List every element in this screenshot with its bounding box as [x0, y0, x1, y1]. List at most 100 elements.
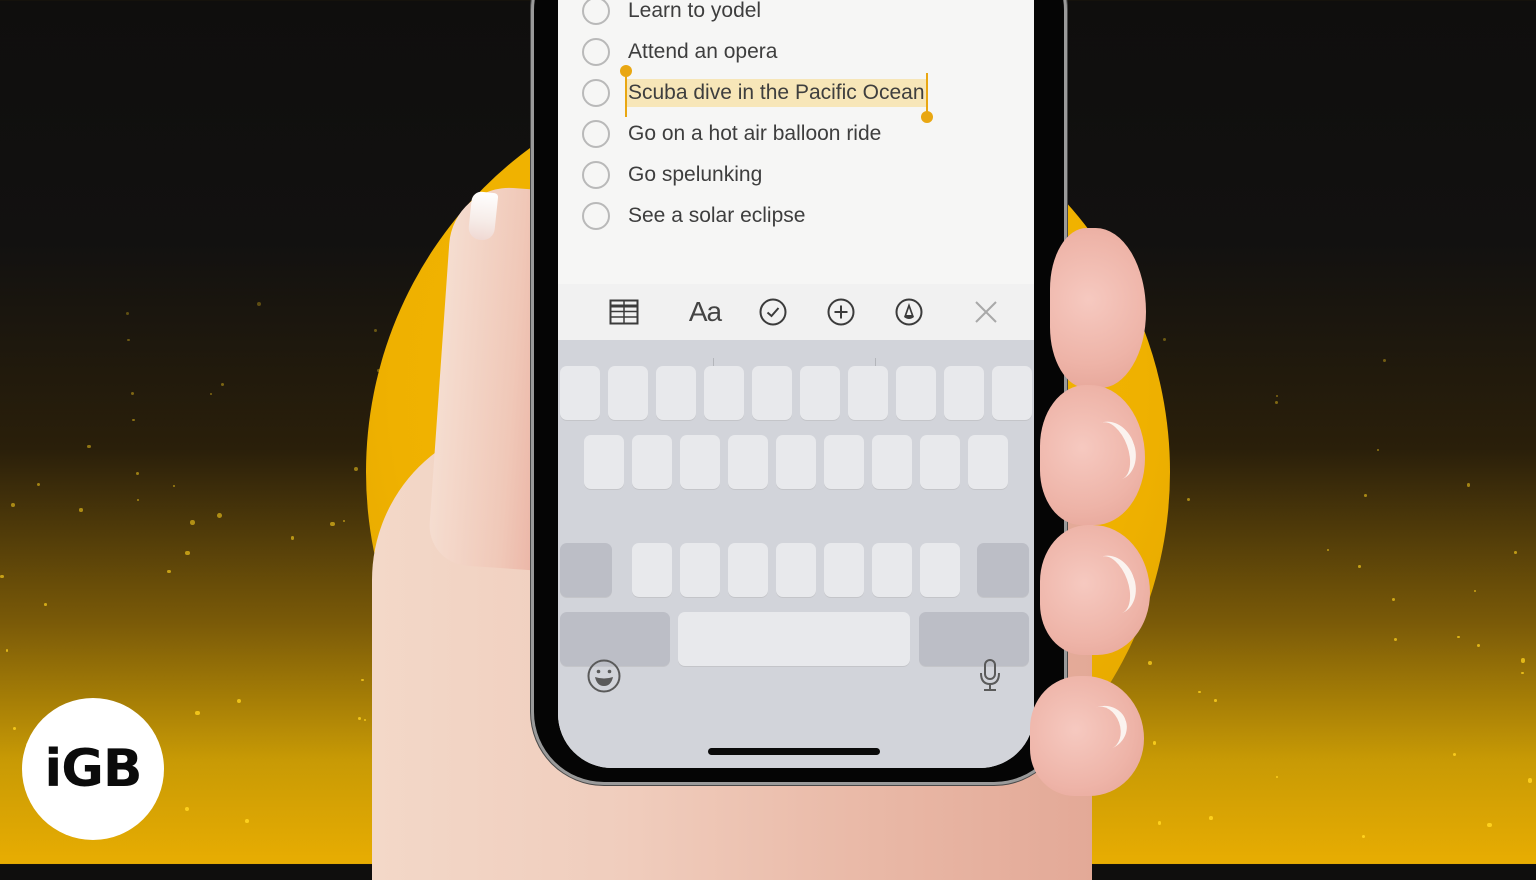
checkbox-circle-icon[interactable]: [582, 120, 610, 148]
close-icon: [975, 301, 997, 323]
keyboard-key[interactable]: [632, 543, 672, 597]
checkbox-circle-icon[interactable]: [582, 79, 610, 107]
shift-key[interactable]: [560, 543, 612, 597]
selection-end-handle[interactable]: [920, 73, 933, 123]
star-particle: [1162, 337, 1167, 341]
return-key[interactable]: [919, 612, 1029, 666]
checklist-item[interactable]: See a solar eclipse: [582, 199, 807, 233]
star-particle: [1391, 597, 1395, 602]
star-particle: [1473, 590, 1476, 593]
emoji-button[interactable]: [586, 658, 622, 699]
checklist-item-text[interactable]: Attend an opera: [626, 38, 779, 66]
checkbox-circle-icon[interactable]: [582, 202, 610, 230]
selected-text[interactable]: Scuba dive in the Pacific Ocean: [620, 65, 933, 123]
keyboard-key[interactable]: [824, 435, 864, 489]
keyboard-key[interactable]: [584, 435, 624, 489]
table-button[interactable]: [604, 294, 644, 330]
on-screen-keyboard: [558, 340, 1034, 768]
star-particle: [132, 418, 135, 422]
checklist-item[interactable]: Learn to yodel: [582, 0, 763, 28]
microphone-icon: [980, 659, 1000, 691]
keyboard-key[interactable]: [968, 435, 1008, 489]
keyboard-key[interactable]: [728, 435, 768, 489]
close-toolbar-button[interactable]: [966, 294, 1006, 330]
checklist-item-text[interactable]: Go on a hot air balloon ride: [626, 120, 883, 148]
space-key[interactable]: [678, 612, 910, 666]
keyboard-key[interactable]: [848, 366, 888, 420]
star-particle: [290, 536, 295, 541]
keyboard-key[interactable]: [920, 543, 960, 597]
keyboard-key[interactable]: [872, 543, 912, 597]
add-button[interactable]: [821, 294, 861, 330]
star-particle: [10, 502, 15, 507]
checkbox-circle-icon[interactable]: [582, 0, 610, 25]
notes-format-toolbar: Aa: [558, 284, 1034, 340]
star-particle: [1209, 815, 1213, 820]
keyboard-key[interactable]: [920, 435, 960, 489]
keyboard-key[interactable]: [872, 435, 912, 489]
checklist-button[interactable]: [753, 294, 793, 330]
finger-nail: [1079, 414, 1144, 488]
keyboard-key[interactable]: [896, 366, 936, 420]
star-particle: [184, 807, 189, 811]
star-particle: [1213, 699, 1217, 703]
brand-logo: iGB: [22, 698, 164, 840]
keyboard-key[interactable]: [824, 543, 864, 597]
star-particle: [1364, 494, 1368, 498]
checklist-item-selected[interactable]: Scuba dive in the Pacific Ocean: [582, 65, 933, 123]
star-particle: [1326, 548, 1330, 552]
checklist-item[interactable]: Go spelunking: [582, 158, 764, 192]
star-particle: [374, 328, 378, 332]
star-particle: [1521, 671, 1524, 675]
text-format-button[interactable]: Aa: [680, 294, 730, 330]
backspace-key[interactable]: [977, 543, 1029, 597]
star-particle: [1457, 635, 1460, 639]
keyboard-key[interactable]: [560, 366, 600, 420]
star-particle: [37, 482, 41, 486]
star-particle: [1152, 741, 1157, 745]
star-particle: [1157, 821, 1162, 825]
checklist-item[interactable]: Go on a hot air balloon ride: [582, 117, 883, 151]
keyboard-key[interactable]: [680, 543, 720, 597]
star-particle: [342, 519, 345, 523]
star-particle: [1275, 400, 1279, 404]
keyboard-key[interactable]: [944, 366, 984, 420]
star-particle: [1520, 658, 1526, 663]
keyboard-key[interactable]: [992, 366, 1032, 420]
star-particle: [135, 472, 139, 476]
star-particle: [363, 719, 366, 722]
keyboard-key[interactable]: [776, 435, 816, 489]
star-particle: [1453, 752, 1457, 756]
star-particle: [1528, 778, 1533, 783]
star-particle: [130, 392, 135, 396]
keyboard-key[interactable]: [608, 366, 648, 420]
keyboard-key[interactable]: [752, 366, 792, 420]
checkbox-circle-icon[interactable]: [582, 161, 610, 189]
keyboard-key[interactable]: [680, 435, 720, 489]
keyboard-key[interactable]: [632, 435, 672, 489]
keyboard-key[interactable]: [728, 543, 768, 597]
star-particle: [237, 698, 242, 703]
checklist-item[interactable]: Attend an opera: [582, 35, 779, 69]
star-particle: [185, 550, 191, 556]
home-indicator[interactable]: [708, 748, 880, 755]
checkbox-circle-icon[interactable]: [582, 38, 610, 66]
markup-button[interactable]: [889, 294, 929, 330]
keyboard-key[interactable]: [776, 543, 816, 597]
checklist-item-text[interactable]: Go spelunking: [626, 161, 764, 189]
star-particle: [44, 602, 48, 606]
dictation-button[interactable]: [978, 658, 1002, 699]
checklist-item-text[interactable]: Learn to yodel: [626, 0, 763, 25]
keyboard-key[interactable]: [800, 366, 840, 420]
keyboard-key[interactable]: [704, 366, 744, 420]
star-particle: [5, 649, 8, 652]
finger-nail: [1079, 548, 1144, 622]
selection-start-handle[interactable]: [620, 65, 632, 117]
star-particle: [1275, 395, 1278, 398]
star-particle: [209, 392, 212, 395]
keyboard-key[interactable]: [656, 366, 696, 420]
checklist-item-text[interactable]: See a solar eclipse: [626, 202, 807, 230]
star-particle: [1487, 822, 1492, 828]
star-particle: [190, 520, 195, 525]
star-particle: [1276, 775, 1279, 778]
